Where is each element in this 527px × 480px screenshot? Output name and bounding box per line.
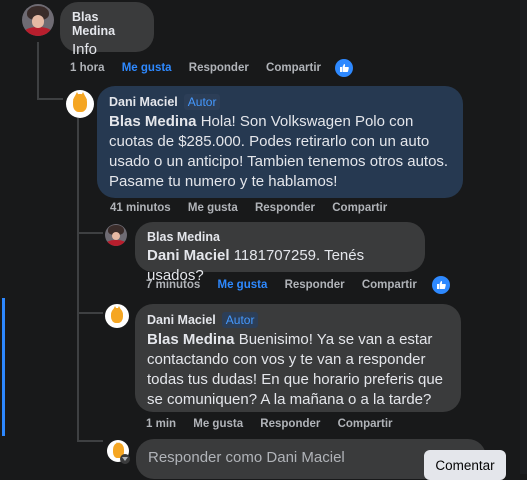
like-button[interactable]: Me gusta — [188, 202, 238, 214]
mention[interactable]: Blas Medina — [147, 331, 235, 348]
thread-connector-3 — [77, 312, 103, 314]
share-button[interactable]: Compartir — [332, 202, 387, 214]
thread-connector-2 — [77, 232, 103, 234]
author-badge: Autor — [221, 312, 259, 328]
comment-text: Blas Medina Hola! Son Volkswagen Polo co… — [109, 113, 449, 190]
comment-actions: 7 minutos Me gusta Responder Compartir — [146, 279, 431, 291]
thread-connector-4 — [77, 440, 103, 442]
scrollbar[interactable] — [520, 0, 527, 474]
author-badge: Autor — [183, 94, 221, 110]
mention[interactable]: Dani Maciel — [147, 247, 230, 264]
share-button[interactable]: Compartir — [266, 62, 321, 74]
timestamp[interactable]: 1 hora — [70, 62, 105, 74]
comment-bubble: Blas Medina Info — [60, 2, 154, 58]
comment-bubble: Dani Maciel Autor Blas Medina Hola! Son … — [97, 86, 463, 198]
share-button[interactable]: Compartir — [338, 418, 393, 430]
mention[interactable]: Blas Medina — [109, 113, 197, 130]
avatar[interactable] — [105, 304, 129, 328]
avatar[interactable] — [66, 90, 94, 118]
timestamp[interactable]: 41 minutos — [110, 202, 171, 214]
thread-line-2 — [77, 118, 79, 440]
comment-button[interactable]: Comentar — [424, 450, 506, 480]
like-button[interactable]: Me gusta — [218, 279, 268, 291]
comment-bubble: Dani Maciel Autor Blas Medina Buenisimo!… — [135, 304, 461, 412]
like-button[interactable]: Me gusta — [193, 418, 243, 430]
thread-line-1 — [37, 42, 39, 100]
thread-connector-1 — [37, 98, 63, 100]
comment-author[interactable]: Dani Maciel — [147, 313, 216, 327]
reply-button[interactable]: Responder — [285, 279, 345, 291]
avatar[interactable] — [22, 4, 54, 36]
comment-author[interactable]: Blas Medina — [147, 230, 413, 244]
like-reaction-icon[interactable] — [432, 276, 450, 294]
reply-button[interactable]: Responder — [260, 418, 320, 430]
reply-button[interactable]: Responder — [255, 202, 315, 214]
like-button[interactable]: Me gusta — [122, 62, 172, 74]
timestamp[interactable]: 7 minutos — [146, 279, 200, 291]
timestamp[interactable]: 1 min — [146, 418, 176, 430]
avatar[interactable] — [105, 224, 127, 246]
comment-text: Info — [72, 41, 98, 58]
comment-text: Blas Medina Buenisimo! Ya se van a estar… — [147, 331, 444, 408]
comment-actions: 41 minutos Me gusta Responder Compartir — [110, 202, 401, 214]
share-button[interactable]: Compartir — [362, 279, 417, 291]
comment-author[interactable]: Blas Medina — [72, 10, 142, 38]
chevron-down-icon[interactable] — [120, 454, 130, 464]
reply-button[interactable]: Responder — [189, 62, 249, 74]
like-reaction-icon[interactable] — [335, 59, 353, 77]
comment-actions: 1 min Me gusta Responder Compartir — [146, 418, 407, 430]
comment-actions: 1 hora Me gusta Responder Compartir — [70, 62, 335, 74]
comment-author[interactable]: Dani Maciel — [109, 95, 178, 109]
focus-indicator — [2, 298, 5, 436]
comment-bubble: Blas Medina Dani Maciel 1181707259. Tené… — [135, 222, 425, 284]
